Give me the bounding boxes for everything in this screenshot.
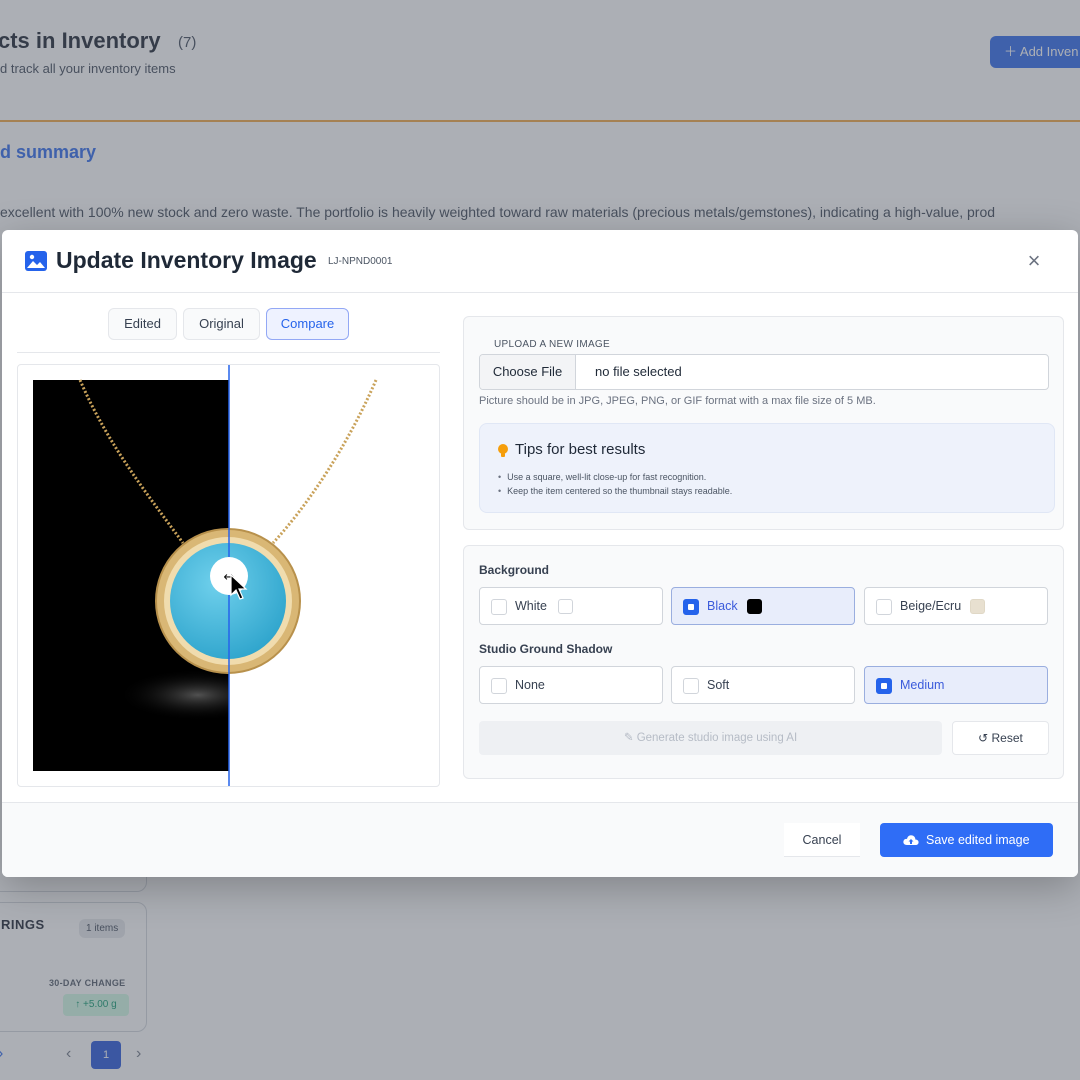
tips-box: Tips for best results Use a square, well… xyxy=(479,423,1055,513)
options-section: Background White Black Beige/Ecru Studio… xyxy=(463,545,1064,779)
reset-label: Reset xyxy=(991,731,1023,745)
lightbulb-icon xyxy=(498,444,508,457)
option-label: None xyxy=(515,678,545,692)
checkbox[interactable] xyxy=(876,678,892,694)
reset-button[interactable]: ↺ Reset xyxy=(952,721,1049,755)
save-button[interactable]: Save edited image xyxy=(880,823,1053,857)
tip-item: Keep the item centered so the thumbnail … xyxy=(498,484,732,498)
save-label: Save edited image xyxy=(926,833,1030,847)
tips-list: Use a square, well-lit close-up for fast… xyxy=(498,470,732,498)
choose-file-button[interactable]: Choose File xyxy=(480,355,576,389)
upload-section: UPLOAD A NEW IMAGE Choose File no file s… xyxy=(463,316,1064,530)
file-input[interactable]: Choose File no file selected xyxy=(479,354,1049,390)
image-icon xyxy=(25,251,47,271)
swatch-beige xyxy=(970,599,985,614)
checkbox[interactable] xyxy=(876,599,892,615)
checkbox[interactable] xyxy=(683,599,699,615)
file-status: no file selected xyxy=(595,364,682,379)
checkbox[interactable] xyxy=(491,599,507,615)
swatch-white xyxy=(558,599,573,614)
cancel-button[interactable]: Cancel xyxy=(784,823,860,857)
tab-edited[interactable]: Edited xyxy=(108,308,177,340)
swatch-black xyxy=(747,599,762,614)
generate-ai-button[interactable]: ✎ Generate studio image using AI xyxy=(479,721,942,755)
modal-footer: Cancel Save edited image xyxy=(2,802,1078,877)
option-label: Medium xyxy=(900,678,945,692)
magic-wand-icon: ✎ xyxy=(623,732,637,744)
shadow-option-none[interactable]: None xyxy=(479,666,663,704)
option-label: Black xyxy=(707,599,738,613)
background-option-white[interactable]: White xyxy=(479,587,663,625)
background-label: Background xyxy=(479,563,550,577)
close-icon[interactable]: × xyxy=(1022,250,1046,274)
checkbox[interactable] xyxy=(683,678,699,694)
generate-label: Generate studio image using AI xyxy=(636,732,798,744)
shadow-option-soft[interactable]: Soft xyxy=(671,666,855,704)
reset-icon: ↺ xyxy=(978,731,992,745)
upload-label: UPLOAD A NEW IMAGE xyxy=(494,339,610,350)
tip-item: Use a square, well-lit close-up for fast… xyxy=(498,470,732,484)
compare-viewer[interactable]: ↔ xyxy=(17,364,440,787)
option-label: Beige/Ecru xyxy=(900,599,962,613)
shadow-option-medium[interactable]: Medium xyxy=(864,666,1048,704)
background-option-black[interactable]: Black xyxy=(671,587,855,625)
option-label: White xyxy=(515,599,547,613)
update-image-modal: Update Inventory Image LJ-NPND0001 × Edi… xyxy=(2,230,1078,877)
modal-title: Update Inventory Image xyxy=(56,247,317,273)
file-hint: Picture should be in JPG, JPEG, PNG, or … xyxy=(479,395,876,407)
cloud-upload-icon xyxy=(903,835,919,845)
option-label: Soft xyxy=(707,678,730,692)
compare-image: ↔ xyxy=(33,365,378,786)
tab-original[interactable]: Original xyxy=(183,308,260,340)
tabs-divider xyxy=(17,352,440,353)
background-option-beige[interactable]: Beige/Ecru xyxy=(864,587,1048,625)
tab-compare[interactable]: Compare xyxy=(266,308,349,340)
shadow-label: Studio Ground Shadow xyxy=(479,642,613,656)
checkbox[interactable] xyxy=(491,678,507,694)
modal-sku: LJ-NPND0001 xyxy=(328,256,393,267)
chain-right xyxy=(271,379,378,545)
tips-title: Tips for best results xyxy=(515,441,646,458)
modal-header: Update Inventory Image LJ-NPND0001 × xyxy=(2,230,1078,293)
